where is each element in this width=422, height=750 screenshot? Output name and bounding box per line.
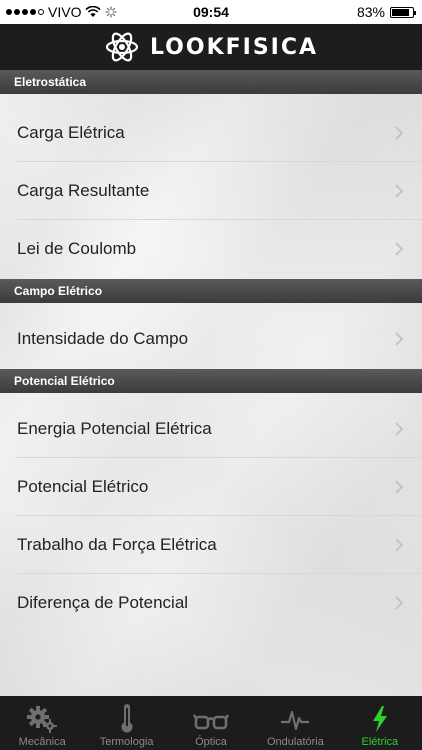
chevron-right-icon (395, 422, 404, 436)
wave-icon (281, 710, 310, 731)
battery-percent: 83% (356, 4, 385, 20)
list-item-label: Lei de Coulomb (17, 239, 137, 258)
gears-icon (27, 706, 58, 733)
list-item[interactable]: Carga Elétrica (0, 104, 422, 162)
list-item[interactable]: Trabalho da Força Elétrica (0, 516, 422, 574)
list-item-label: Diferença de Potencial (17, 593, 189, 612)
thermometer-icon (121, 704, 133, 733)
battery-icon (390, 6, 416, 18)
tab-mecanica[interactable]: Mecânica (0, 696, 84, 750)
nav-bar: LOOKFISICA (0, 24, 422, 70)
tab-label: Ondulatória (266, 736, 324, 748)
tab-termologia[interactable]: Termologia (84, 696, 168, 750)
chevron-right-icon (395, 184, 404, 198)
section-header-potencial-eletrico: Potencial Elétrico (0, 369, 422, 393)
lightning-icon (372, 706, 387, 732)
list-item[interactable]: Carga Resultante (0, 162, 422, 220)
tab-optica[interactable]: Óptica (169, 696, 253, 750)
atom-logo-icon (105, 32, 139, 62)
tab-label: Mecânica (18, 736, 66, 748)
chevron-right-icon (395, 126, 404, 140)
tab-ondulatoria[interactable]: Ondulatória (253, 696, 337, 750)
chevron-right-icon (395, 538, 404, 552)
list-item-label: Energia Potencial Elétrica (17, 419, 212, 438)
tab-label: Termologia (99, 736, 154, 748)
list-item-label: Carga Elétrica (17, 123, 125, 142)
tab-bar: Mecânica Termologia Óptica Ondulatória E… (0, 696, 422, 750)
list-item[interactable]: Potencial Elétrico (0, 458, 422, 516)
list-item-label: Trabalho da Força Elétrica (17, 535, 217, 554)
list-item[interactable]: Energia Potencial Elétrica (0, 400, 422, 458)
chevron-right-icon (395, 480, 404, 494)
tab-eletrica[interactable]: Elétrica (338, 696, 422, 750)
app-title: LOOKFISICA (149, 34, 319, 60)
chevron-right-icon (395, 596, 404, 610)
list-item[interactable]: Lei de Coulomb (0, 220, 422, 278)
tab-label: Elétrica (361, 736, 399, 748)
list-item-label: Carga Resultante (17, 181, 150, 200)
glasses-icon (193, 714, 230, 730)
list-item-label: Intensidade do Campo (17, 329, 189, 348)
section-header-campo-eletrico: Campo Elétrico (0, 279, 422, 303)
chevron-right-icon (395, 242, 404, 256)
tab-label: Óptica (195, 736, 227, 748)
chevron-right-icon (395, 332, 404, 346)
list-item[interactable]: Intensidade do Campo (0, 310, 422, 368)
section-header-eletrostatica: Eletrostática (0, 70, 422, 94)
list-item[interactable]: Diferença de Potencial (0, 574, 422, 632)
list-item-label: Potencial Elétrico (17, 477, 149, 496)
status-bar: VIVO 09:54 83% (0, 0, 422, 24)
